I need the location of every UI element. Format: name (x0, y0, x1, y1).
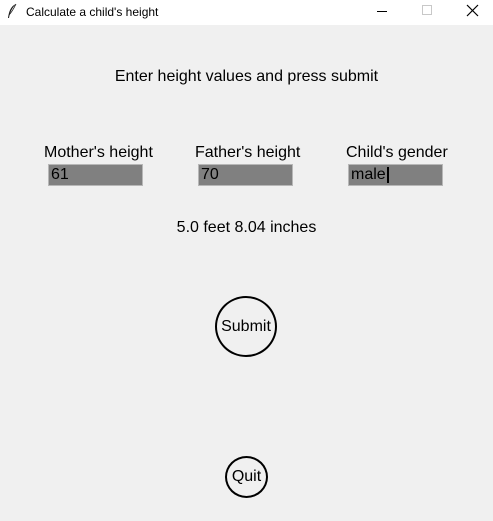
result-text: 5.0 feet 8.04 inches (176, 219, 317, 236)
father-height-label: Father's height (195, 144, 301, 161)
close-button[interactable] (449, 0, 493, 25)
window-title: Calculate a child's height (26, 5, 159, 19)
father-height-input[interactable]: 70 (198, 164, 293, 186)
child-gender-input[interactable]: male (348, 164, 443, 186)
minimize-icon (377, 11, 387, 12)
mother-height-label: Mother's height (44, 144, 153, 161)
mother-height-value: 61 (51, 166, 69, 183)
maximize-button[interactable] (404, 0, 450, 25)
feather-icon (8, 3, 17, 18)
submit-button[interactable]: Submit (215, 296, 277, 357)
child-gender-value: male (351, 166, 386, 183)
close-icon (466, 4, 479, 17)
title-bar[interactable]: Calculate a child's height (0, 0, 493, 25)
maximize-icon (422, 5, 432, 15)
instruction-text: Enter height values and press submit (114, 68, 379, 85)
father-height-value: 70 (201, 166, 219, 183)
text-cursor (386, 167, 389, 183)
child-gender-label: Child's gender (346, 144, 448, 161)
minimize-button[interactable] (359, 0, 405, 25)
submit-button-label: Submit (221, 317, 271, 335)
quit-button[interactable]: Quit (225, 456, 268, 498)
quit-button-label: Quit (231, 468, 262, 485)
mother-height-input[interactable]: 61 (48, 164, 143, 186)
